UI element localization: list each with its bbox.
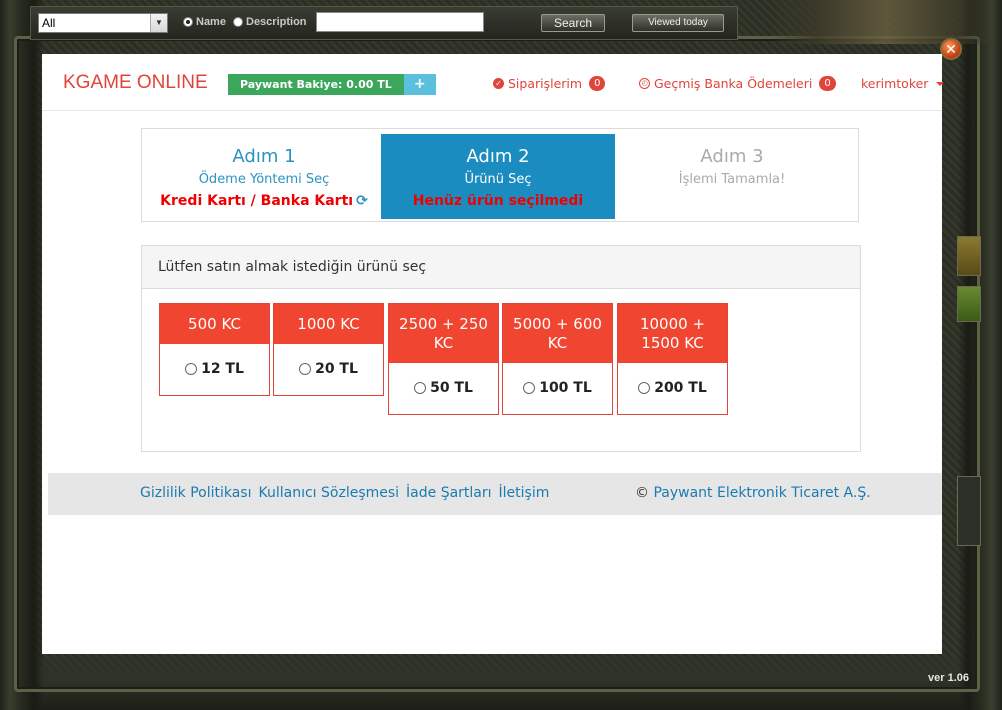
step-3-title: Adım 3: [700, 146, 764, 167]
orders-count-badge: 0: [589, 76, 606, 91]
product-name: 1000 KC: [274, 304, 383, 344]
bank-payments-label: Geçmiş Banka Ödemeleri: [654, 76, 813, 91]
footer-link-refund[interactable]: İade Şartları: [406, 485, 491, 501]
product-name: 500 KC: [160, 304, 269, 344]
product-name: 2500 + 250 KC: [389, 304, 498, 363]
footer-links: Gizlilik Politikası Kullanıcı Sözleşmesi…: [140, 485, 549, 501]
caret-down-icon: [936, 81, 945, 86]
checkout-steps: Adım 1 Ödeme Yöntemi Seç Kredi Kartı / B…: [141, 128, 859, 222]
close-icon[interactable]: ✕: [940, 38, 962, 60]
product-panel: Lütfen satın almak istediğin ürünü seç 5…: [141, 245, 861, 452]
bank-payments-link[interactable]: ◴ Geçmiş Banka Ödemeleri 0: [639, 76, 836, 91]
product-card[interactable]: 1000 KC 20 TL: [273, 303, 384, 396]
step-1: Adım 1 Ödeme Yöntemi Seç Kredi Kartı / B…: [147, 134, 381, 219]
copyright-symbol: ©: [635, 485, 649, 501]
side-panel-top: [957, 236, 981, 276]
user-menu[interactable]: kerimtoker: [861, 76, 945, 91]
footer-link-contact[interactable]: İletişim: [499, 485, 550, 501]
footer-link-terms[interactable]: Kullanıcı Sözleşmesi: [259, 485, 400, 501]
viewed-today-button[interactable]: Viewed today: [632, 14, 724, 32]
step-1-subtitle: Ödeme Yöntemi Seç: [198, 172, 330, 187]
footer-company-link[interactable]: Paywant Elektronik Ticaret A.Ş.: [653, 485, 870, 501]
product-card[interactable]: 2500 + 250 KC 50 TL: [388, 303, 499, 415]
product-price: 200 TL: [654, 380, 707, 396]
product-price: 12 TL: [201, 361, 244, 377]
product-card[interactable]: 10000 + 1500 KC 200 TL: [617, 303, 728, 415]
chevron-down-icon[interactable]: ▼: [150, 14, 167, 32]
product-name: 10000 + 1500 KC: [618, 304, 727, 363]
orders-link[interactable]: ✓ Siparişlerim 0: [493, 76, 606, 91]
side-panel-middle: [957, 286, 981, 322]
add-balance-button[interactable]: +: [403, 74, 436, 95]
product-radio[interactable]: [299, 363, 312, 375]
product-radio[interactable]: [638, 382, 651, 394]
side-panel-lower: [957, 476, 981, 546]
product-price: 50 TL: [430, 380, 473, 396]
refresh-icon[interactable]: ⟳: [356, 193, 368, 209]
step-2: Adım 2 Ürünü Seç Henüz ürün seçilmedi: [381, 134, 615, 219]
step-2-title: Adım 2: [466, 146, 530, 167]
orders-label: Siparişlerim: [508, 76, 583, 91]
search-input[interactable]: [316, 12, 484, 32]
radio-description-label: Description: [246, 16, 307, 28]
step-2-status: Henüz ürün seçilmedi: [412, 193, 584, 209]
brand-title: KGAME ONLINE: [63, 72, 208, 93]
step-3: Adım 3 İşlemi Tamamla!: [615, 134, 849, 219]
radio-description-dot[interactable]: [233, 17, 243, 27]
payment-modal: KGAME ONLINE Paywant Bakiye: 0.00 TL + ✓…: [42, 54, 945, 654]
balance-label: Paywant Bakiye: 0.00 TL: [228, 74, 404, 95]
product-radio[interactable]: [414, 382, 427, 394]
step-1-status-row: Kredi Kartı / Banka Kartı ⟳: [147, 192, 381, 210]
bank-payments-count-badge: 0: [819, 76, 836, 91]
footer-link-privacy[interactable]: Gizlilik Politikası: [140, 485, 252, 501]
step-1-title: Adım 1: [232, 146, 296, 167]
search-button[interactable]: Search: [541, 14, 605, 32]
product-card[interactable]: 500 KC 12 TL: [159, 303, 270, 396]
radio-description[interactable]: Description: [233, 16, 307, 28]
product-panel-heading: Lütfen satın almak istediğin ürünü seç: [142, 246, 860, 289]
product-price-option[interactable]: 12 TL: [160, 344, 269, 394]
product-radio[interactable]: [185, 363, 198, 375]
product-price-option[interactable]: 50 TL: [389, 363, 498, 413]
radio-name[interactable]: Name: [183, 16, 226, 28]
modal-header: KGAME ONLINE Paywant Bakiye: 0.00 TL + ✓…: [42, 54, 945, 111]
version-label: ver 1.06: [928, 672, 969, 684]
product-price-option[interactable]: 200 TL: [618, 363, 727, 413]
frame-ornament: [770, 0, 1002, 44]
balance-widget: Paywant Bakiye: 0.00 TL +: [228, 74, 436, 95]
clock-icon: ◴: [639, 78, 650, 89]
user-name: kerimtoker: [861, 76, 929, 91]
product-name: 5000 + 600 KC: [503, 304, 612, 363]
radio-name-dot[interactable]: [183, 17, 193, 27]
category-select-value: All: [42, 16, 56, 30]
category-select[interactable]: All ▼: [38, 13, 168, 33]
product-price-option[interactable]: 100 TL: [503, 363, 612, 413]
step-1-status: Kredi Kartı / Banka Kartı: [160, 193, 354, 209]
product-radio[interactable]: [523, 382, 536, 394]
check-circle-icon: ✓: [493, 78, 504, 89]
product-card[interactable]: 5000 + 600 KC 100 TL: [502, 303, 613, 415]
product-price: 100 TL: [539, 380, 592, 396]
product-price: 20 TL: [315, 361, 358, 377]
step-2-subtitle: Ürünü Seç: [464, 172, 532, 187]
modal-footer: Gizlilik Politikası Kullanıcı Sözleşmesi…: [48, 473, 942, 515]
footer-copyright: © Paywant Elektronik Ticaret A.Ş.: [635, 485, 871, 501]
product-price-option[interactable]: 20 TL: [274, 344, 383, 394]
step-3-subtitle: İşlemi Tamamla!: [678, 172, 786, 187]
radio-name-label: Name: [196, 16, 226, 28]
